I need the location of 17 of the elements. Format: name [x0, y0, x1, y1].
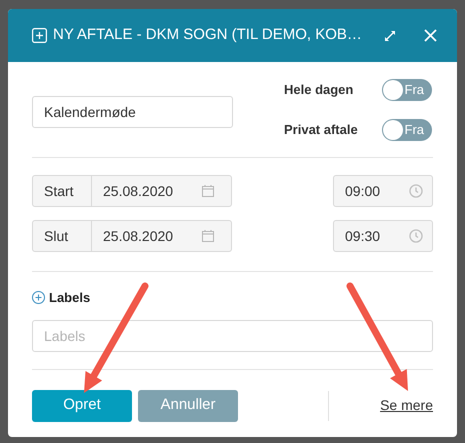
date-label: Start	[33, 176, 92, 206]
date-value: 25.08.2020	[103, 182, 174, 200]
labels-heading: Labels	[49, 289, 90, 307]
date-label: Slut	[33, 221, 92, 251]
see-more-link[interactable]: Se mere	[380, 395, 433, 416]
time-value: 09:00	[345, 182, 380, 200]
toggle-label: Privat aftale	[284, 120, 358, 139]
dialog-title: NY AFTALE - DKM SOGN (TIL DEMO, KOB…	[53, 25, 362, 46]
date-field[interactable]: Slut 25.08.2020	[32, 220, 232, 252]
labels-field[interactable]: Labels	[32, 320, 433, 352]
date-value: 25.08.2020	[103, 226, 174, 246]
subject-field[interactable]: Kalendermøde	[32, 96, 233, 128]
time-field[interactable]: 09:30	[333, 220, 433, 252]
time-value: 09:30	[345, 226, 380, 246]
toggle-label: Hele dagen	[284, 80, 354, 99]
time-field[interactable]: 09:00	[333, 175, 433, 207]
date-field[interactable]: Start 25.08.2020	[32, 175, 232, 207]
